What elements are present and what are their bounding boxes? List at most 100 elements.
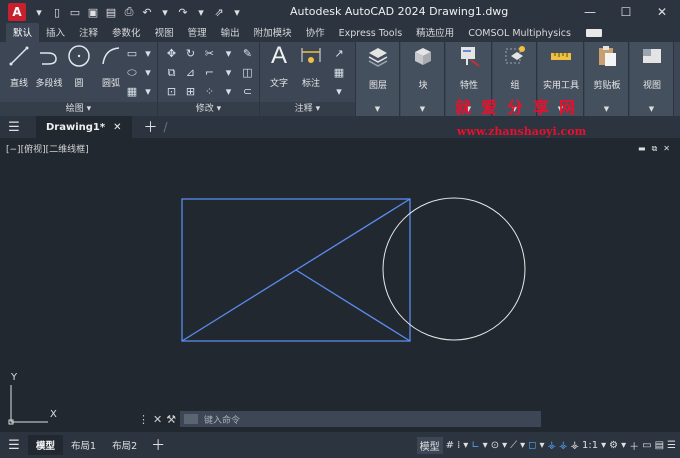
stretch-icon[interactable]: ⊡ <box>162 82 181 101</box>
menu-dropdown-icon[interactable]: ▾ <box>32 6 46 19</box>
ortho-dropdown-icon[interactable]: ▾ <box>483 440 488 451</box>
leader-icon[interactable]: ↗ <box>328 44 350 63</box>
start-menu-icon[interactable]: ☰ <box>0 120 28 135</box>
close-tab-icon[interactable]: ✕ <box>113 122 121 133</box>
annotation-panel-footer[interactable]: 注释 ▾ <box>260 102 355 116</box>
fillet-dropdown-icon[interactable]: ▾ <box>219 63 238 82</box>
document-tab-drawing1[interactable]: Drawing1* ✕ <box>36 116 132 138</box>
new-layout-icon[interactable]: ＋ <box>151 435 165 455</box>
viewport-controls-label[interactable]: [−][俯视][二维线框] <box>6 142 89 155</box>
viewport-close-icon[interactable]: ✕ <box>663 144 670 154</box>
drawing-canvas[interactable] <box>0 138 680 432</box>
ellipse-dropdown-icon[interactable]: ▾ <box>140 63 156 82</box>
viewport-restore-icon[interactable]: ⧉ <box>652 144 658 154</box>
auto-scale-icon[interactable]: ⚶ <box>559 440 568 451</box>
view-button[interactable]: 视图 <box>635 44 669 91</box>
tab-featured-apps[interactable]: 精选应用 <box>409 23 461 42</box>
annotation-more-icon[interactable]: ▾ <box>328 82 350 101</box>
layout-tab-layout2[interactable]: 布局2 <box>104 435 145 455</box>
open-folder-icon[interactable]: ▭ <box>68 6 82 19</box>
snap-icon[interactable]: ⁞ <box>457 440 460 451</box>
workspace-dropdown-icon[interactable]: ▾ <box>621 440 626 451</box>
new-tab-icon[interactable]: ＋ <box>144 117 158 137</box>
layout-tab-model[interactable]: 模型 <box>28 435 64 455</box>
block-panel[interactable]: 块 ▼ <box>401 42 445 116</box>
clipboard-panel[interactable]: 剪贴板 ▼ <box>585 42 629 116</box>
view-panel[interactable]: 视图 ▼ <box>630 42 674 116</box>
print-icon[interactable]: ⎙ <box>122 5 136 19</box>
text-button[interactable]: A 文字 <box>262 42 296 89</box>
circle-button[interactable]: 圆 <box>62 44 96 89</box>
view-dropdown-icon[interactable]: ▼ <box>649 105 654 113</box>
command-grip-icon[interactable]: ⋮ <box>138 413 149 426</box>
command-close-icon[interactable]: ✕ <box>153 413 162 426</box>
copy-icon[interactable]: ⧉ <box>162 63 181 82</box>
ellipse-icon[interactable]: ⬭ <box>124 63 140 82</box>
tab-addins[interactable]: 附加模块 <box>247 23 299 42</box>
save-icon[interactable]: ▣ <box>86 6 100 19</box>
array-dropdown-icon[interactable]: ▾ <box>219 82 238 101</box>
layers-panel[interactable]: 图层 ▼ <box>356 42 400 116</box>
fillet-icon[interactable]: ⌐ <box>200 63 219 82</box>
dimension-button[interactable]: 标注 <box>294 44 328 89</box>
grid-icon[interactable]: # <box>446 440 454 451</box>
clipboard-button[interactable]: 剪贴板 <box>590 44 624 91</box>
tab-comsol[interactable]: COMSOL Multiphysics <box>461 26 578 42</box>
redo-icon[interactable]: ↷ <box>176 6 190 19</box>
ortho-icon[interactable]: ∟ <box>471 440 479 451</box>
object-snap-icon[interactable]: ◻ <box>528 440 536 451</box>
hatch-icon[interactable]: ▦ <box>124 82 140 101</box>
command-input[interactable]: 键入命令 <box>180 411 541 427</box>
line-button[interactable]: 直线 <box>2 44 36 89</box>
group-button[interactable]: 组 <box>498 44 532 91</box>
tab-view[interactable]: 视图 <box>148 23 181 42</box>
isodraft-icon[interactable]: ⟋ <box>510 440 517 451</box>
recent-commands-icon[interactable] <box>184 414 198 424</box>
hatch-dropdown-icon[interactable]: ▾ <box>140 82 156 101</box>
tab-parametric[interactable]: 参数化 <box>105 23 148 42</box>
quick-properties-icon[interactable]: ▤ <box>655 440 664 451</box>
block-dropdown-icon[interactable]: ▼ <box>420 105 425 113</box>
workspace-gear-icon[interactable]: ⚙ <box>609 440 618 451</box>
share-icon[interactable]: ⇗ <box>212 6 226 19</box>
tab-collaborate[interactable]: 协作 <box>299 23 332 42</box>
isodraft-dropdown-icon[interactable]: ▾ <box>520 440 525 451</box>
undo-icon[interactable]: ↶ <box>140 6 154 19</box>
maximize-icon[interactable]: ☐ <box>608 0 644 24</box>
object-snap-dropdown-icon[interactable]: ▾ <box>539 440 544 451</box>
tab-home[interactable]: 默认 <box>6 23 40 42</box>
rotate-icon[interactable]: ↻ <box>181 44 200 63</box>
annotation-scale-dropdown-icon[interactable]: ▾ <box>601 440 606 451</box>
customize-qat-icon[interactable]: ▾ <box>230 6 244 19</box>
tab-output[interactable]: 输出 <box>214 23 247 42</box>
tab-express-tools[interactable]: Express Tools <box>332 26 410 42</box>
new-file-icon[interactable]: ▯ <box>50 6 64 19</box>
rectangle-dropdown-icon[interactable]: ▾ <box>140 44 156 63</box>
annotation-scale-value[interactable]: 1:1 <box>582 440 598 451</box>
layers-dropdown-icon[interactable]: ▼ <box>375 105 380 113</box>
offset-icon[interactable]: ⊂ <box>238 82 257 101</box>
table-icon[interactable]: ▦ <box>328 63 350 82</box>
move-icon[interactable]: ✥ <box>162 44 181 63</box>
scale-icon[interactable]: ⊞ <box>181 82 200 101</box>
polar-dropdown-icon[interactable]: ▾ <box>502 440 507 451</box>
polar-icon[interactable]: ⊙ <box>491 440 499 451</box>
drawn-circle[interactable] <box>382 197 526 341</box>
mirror-icon[interactable]: ⊿ <box>181 63 200 82</box>
arc-button[interactable]: 圆弧 <box>94 44 128 89</box>
annotation-visibility-icon[interactable]: ⚶ <box>548 440 557 451</box>
units-icon[interactable]: ▭ <box>642 440 651 451</box>
model-space-button[interactable]: 模型 <box>416 436 443 454</box>
block-button[interactable]: 块 <box>406 44 440 91</box>
close-icon[interactable]: ✕ <box>644 0 680 24</box>
customize-statusbar-icon[interactable]: ☰ <box>667 440 676 451</box>
layers-button[interactable]: 图层 <box>361 44 395 91</box>
layout-tab-layout1[interactable]: 布局1 <box>63 435 104 455</box>
rectangle-icon[interactable]: ▭ <box>124 44 140 63</box>
annotation-scale-icon[interactable]: ⚶ <box>571 440 580 451</box>
autocad-logo[interactable]: A <box>8 3 26 21</box>
trim-icon[interactable]: ✂ <box>200 44 219 63</box>
ribbon-toggle-icon[interactable] <box>585 29 602 37</box>
utilities-button[interactable]: 实用工具 <box>543 44 579 91</box>
tab-annotate[interactable]: 注释 <box>72 23 105 42</box>
